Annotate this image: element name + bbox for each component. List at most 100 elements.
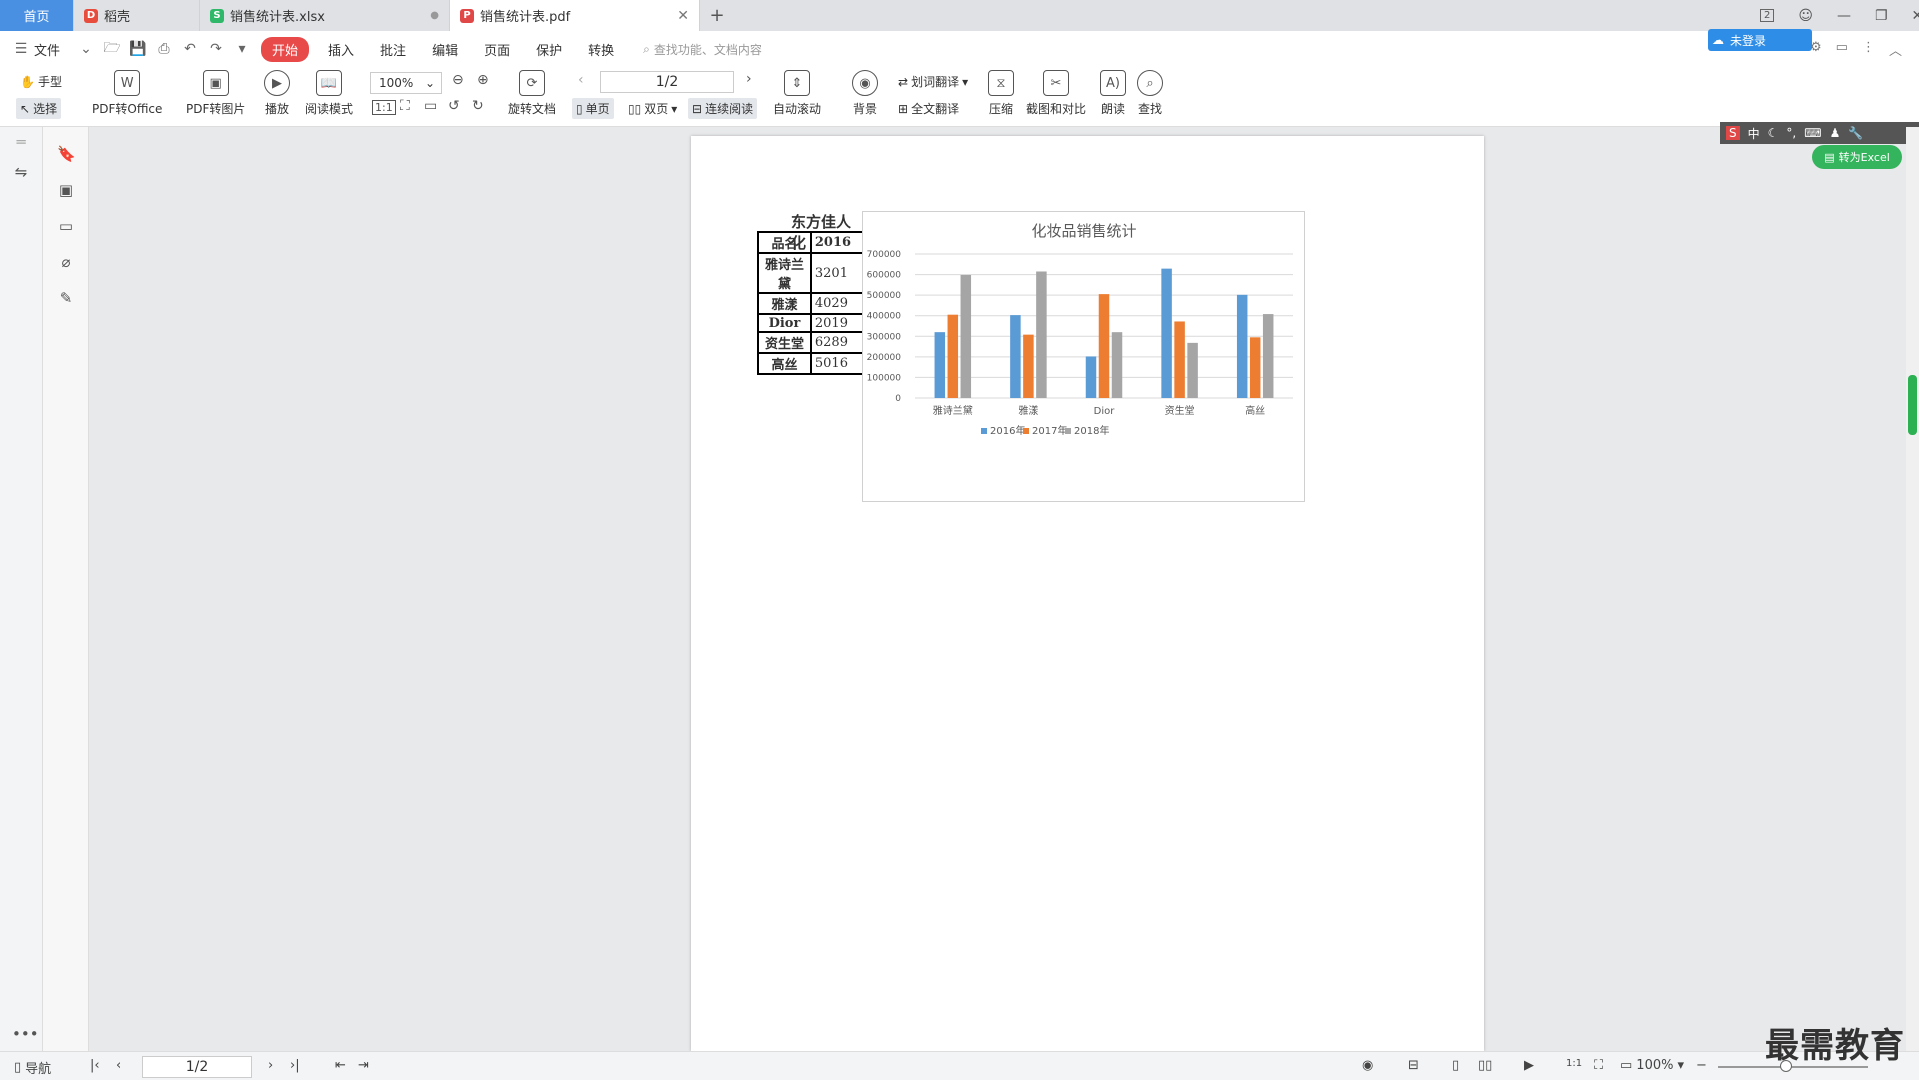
zoom-select[interactable]: 100% ⌄ bbox=[370, 72, 442, 94]
fit-page-icon[interactable]: ⛶ bbox=[400, 98, 410, 114]
chevron-down-icon[interactable]: ⌄ bbox=[73, 41, 99, 57]
thumbnail-icon[interactable]: ▣ bbox=[57, 181, 75, 199]
avatar[interactable]: ☺ bbox=[1798, 8, 1813, 24]
bookmark-icon[interactable]: 🔖 bbox=[57, 145, 76, 163]
rotate-left-icon[interactable]: ↺ bbox=[448, 98, 460, 114]
tab-home[interactable]: 首页 bbox=[0, 0, 74, 31]
actual-size-icon[interactable]: 1:1 bbox=[372, 100, 396, 115]
wrench-icon[interactable]: 🔧 bbox=[1848, 126, 1863, 140]
read-aloud-button[interactable]: A) 朗读 bbox=[1100, 70, 1126, 117]
select-tool[interactable]: ↖ 选择 bbox=[16, 98, 62, 119]
status-zoom[interactable]: ▭ 100% ▾ bbox=[1620, 1058, 1684, 1073]
find-button[interactable]: ⌕ 查找 bbox=[1137, 70, 1163, 117]
swap-icon[interactable]: ⇋ bbox=[12, 163, 30, 181]
tab-xlsx[interactable]: S 销售统计表.xlsx ● bbox=[200, 0, 450, 31]
redo-icon[interactable]: ↷ bbox=[203, 41, 229, 57]
attachment-icon[interactable]: ⌀ bbox=[57, 253, 75, 271]
forward-icon[interactable]: ⇥ bbox=[358, 1058, 369, 1073]
rotate-doc-button[interactable]: ⟳ 旋转文档 bbox=[508, 70, 556, 117]
hand-tool[interactable]: ✋ 手型 bbox=[20, 73, 62, 90]
moon-icon[interactable]: ☾ bbox=[1768, 126, 1779, 140]
compress-button[interactable]: ⧖ 压缩 bbox=[988, 70, 1014, 117]
next-page-icon[interactable]: › bbox=[746, 71, 752, 87]
prev-page-icon[interactable]: ‹ bbox=[116, 1058, 121, 1073]
undo-icon[interactable]: ↶ bbox=[177, 41, 203, 57]
menu-protect[interactable]: 保护 bbox=[523, 40, 575, 59]
full-translate-button[interactable]: ⊞ 全文翻译 bbox=[898, 100, 959, 117]
continuous-read-button[interactable]: ⊟ 连续阅读 bbox=[688, 98, 758, 119]
fit-page-icon[interactable]: ⛶ bbox=[1594, 1058, 1603, 1073]
more-vertical-icon[interactable]: ⋮ bbox=[1862, 40, 1875, 59]
pdf-to-office-button[interactable]: W PDF转Office bbox=[92, 70, 162, 117]
settings-icon[interactable]: ⚙ bbox=[1810, 40, 1822, 59]
open-folder-icon[interactable]: 🗁 bbox=[99, 37, 125, 61]
tab-pdf[interactable]: P 销售统计表.pdf ✕ bbox=[450, 0, 700, 31]
double-page-button[interactable]: ▯▯ 双页 ▾ bbox=[628, 100, 677, 117]
menu-file[interactable]: 文件 bbox=[34, 40, 73, 59]
single-page-button[interactable]: ▯ 单页 bbox=[572, 98, 614, 119]
print-icon[interactable]: ⎙ bbox=[151, 41, 177, 57]
close-window-icon[interactable]: ✕ bbox=[1912, 8, 1919, 24]
continuous-mode-icon[interactable]: ⊟ bbox=[1408, 1058, 1419, 1073]
back-icon[interactable]: ⇤ bbox=[335, 1058, 346, 1073]
close-tab-icon[interactable]: ✕ bbox=[677, 8, 689, 24]
eye-mode-icon[interactable]: ◉ bbox=[1362, 1058, 1373, 1073]
menu-annotate[interactable]: 批注 bbox=[367, 40, 419, 59]
comment-icon[interactable]: ▭ bbox=[1836, 40, 1848, 59]
next-page-icon[interactable]: › bbox=[268, 1058, 273, 1073]
drag-handle-icon[interactable]: ═ bbox=[12, 133, 30, 151]
vertical-scrollbar[interactable] bbox=[1906, 127, 1919, 1051]
menu-page[interactable]: 页面 bbox=[471, 40, 523, 59]
login-button[interactable]: ☁ 未登录 bbox=[1708, 29, 1812, 51]
prev-page-icon[interactable]: ‹ bbox=[578, 72, 584, 88]
read-mode-button[interactable]: 📖 阅读模式 bbox=[305, 70, 353, 117]
bar-chart[interactable]: 化妆品销售统计 0 100000 200000 300000 400000 500000 60… bbox=[862, 211, 1305, 502]
play-icon[interactable]: ▶ bbox=[1524, 1058, 1534, 1073]
play-button[interactable]: ▶ 播放 bbox=[264, 70, 290, 117]
ime-logo-icon[interactable]: S bbox=[1726, 126, 1740, 140]
zoom-out-icon[interactable]: − bbox=[1696, 1058, 1707, 1073]
single-mode-icon[interactable]: ▯ bbox=[1452, 1058, 1459, 1073]
restore-icon[interactable]: ❐ bbox=[1875, 8, 1888, 24]
minimize-icon[interactable]: — bbox=[1837, 8, 1851, 24]
fit-width-icon[interactable]: ▭ bbox=[424, 98, 437, 114]
user-icon[interactable]: ♟ bbox=[1830, 126, 1841, 140]
zoom-in-icon[interactable]: ⊕ bbox=[477, 72, 489, 88]
document-canvas[interactable]: 东方佳人化 品名 2016 雅诗兰黛 3201 雅漾 4029 Dior 201… bbox=[89, 127, 1919, 1051]
bar bbox=[1174, 321, 1185, 398]
actual-size-icon[interactable]: 1:1 bbox=[1566, 1058, 1582, 1069]
scrollbar-thumb[interactable] bbox=[1908, 375, 1917, 435]
signature-icon[interactable]: ✎ bbox=[57, 289, 75, 307]
ime-lang[interactable]: 中 bbox=[1748, 125, 1760, 142]
background-button[interactable]: ◉ 背景 bbox=[852, 70, 878, 117]
rotate-right-icon[interactable]: ↻ bbox=[472, 98, 484, 114]
window-count-icon[interactable]: 2 bbox=[1760, 9, 1775, 22]
more-chevron-icon[interactable]: ▾ bbox=[229, 41, 255, 57]
menu-insert[interactable]: 插入 bbox=[315, 40, 367, 59]
auto-scroll-button[interactable]: ⇕ 自动滚动 bbox=[773, 70, 821, 117]
nav-toggle[interactable]: ▯ 导航 bbox=[14, 1058, 51, 1077]
zoom-out-icon[interactable]: ⊖ bbox=[452, 72, 464, 88]
menu-start[interactable]: 开始 bbox=[261, 36, 310, 62]
punct-icon[interactable]: °, bbox=[1786, 126, 1796, 140]
hamburger-icon[interactable]: ☰ bbox=[8, 41, 34, 57]
menu-edit[interactable]: 编辑 bbox=[419, 40, 471, 59]
menu-convert[interactable]: 转换 bbox=[575, 40, 627, 59]
keyboard-icon[interactable]: ⌨ bbox=[1804, 126, 1821, 140]
save-icon[interactable]: 💾 bbox=[125, 41, 151, 57]
collapse-ribbon-icon[interactable]: ︿ bbox=[1889, 40, 1902, 59]
word-translate-button[interactable]: ⇄ 划词翻译 ▾ bbox=[898, 73, 968, 90]
new-tab-button[interactable]: + bbox=[700, 0, 734, 31]
screenshot-compare-button[interactable]: ✂ 截图和对比 bbox=[1026, 70, 1086, 117]
first-page-icon[interactable]: |‹ bbox=[90, 1058, 100, 1073]
double-mode-icon[interactable]: ▯▯ bbox=[1478, 1058, 1492, 1073]
last-page-icon[interactable]: ›| bbox=[290, 1058, 300, 1073]
pdf-to-image-button[interactable]: ▣ PDF转图片 bbox=[186, 70, 245, 117]
status-page-input[interactable]: 1/2 bbox=[142, 1056, 252, 1078]
comment-icon[interactable]: ▭ bbox=[57, 217, 75, 235]
tab-daoke[interactable]: D 稻壳 bbox=[74, 0, 200, 31]
more-horizontal-icon[interactable]: ••• bbox=[12, 1025, 39, 1043]
page-input[interactable]: 1/2 bbox=[600, 71, 734, 93]
search-box[interactable]: ⌕ 查找功能、文档内容 bbox=[643, 41, 762, 58]
to-excel-button[interactable]: ▤ 转为Excel bbox=[1812, 145, 1902, 169]
